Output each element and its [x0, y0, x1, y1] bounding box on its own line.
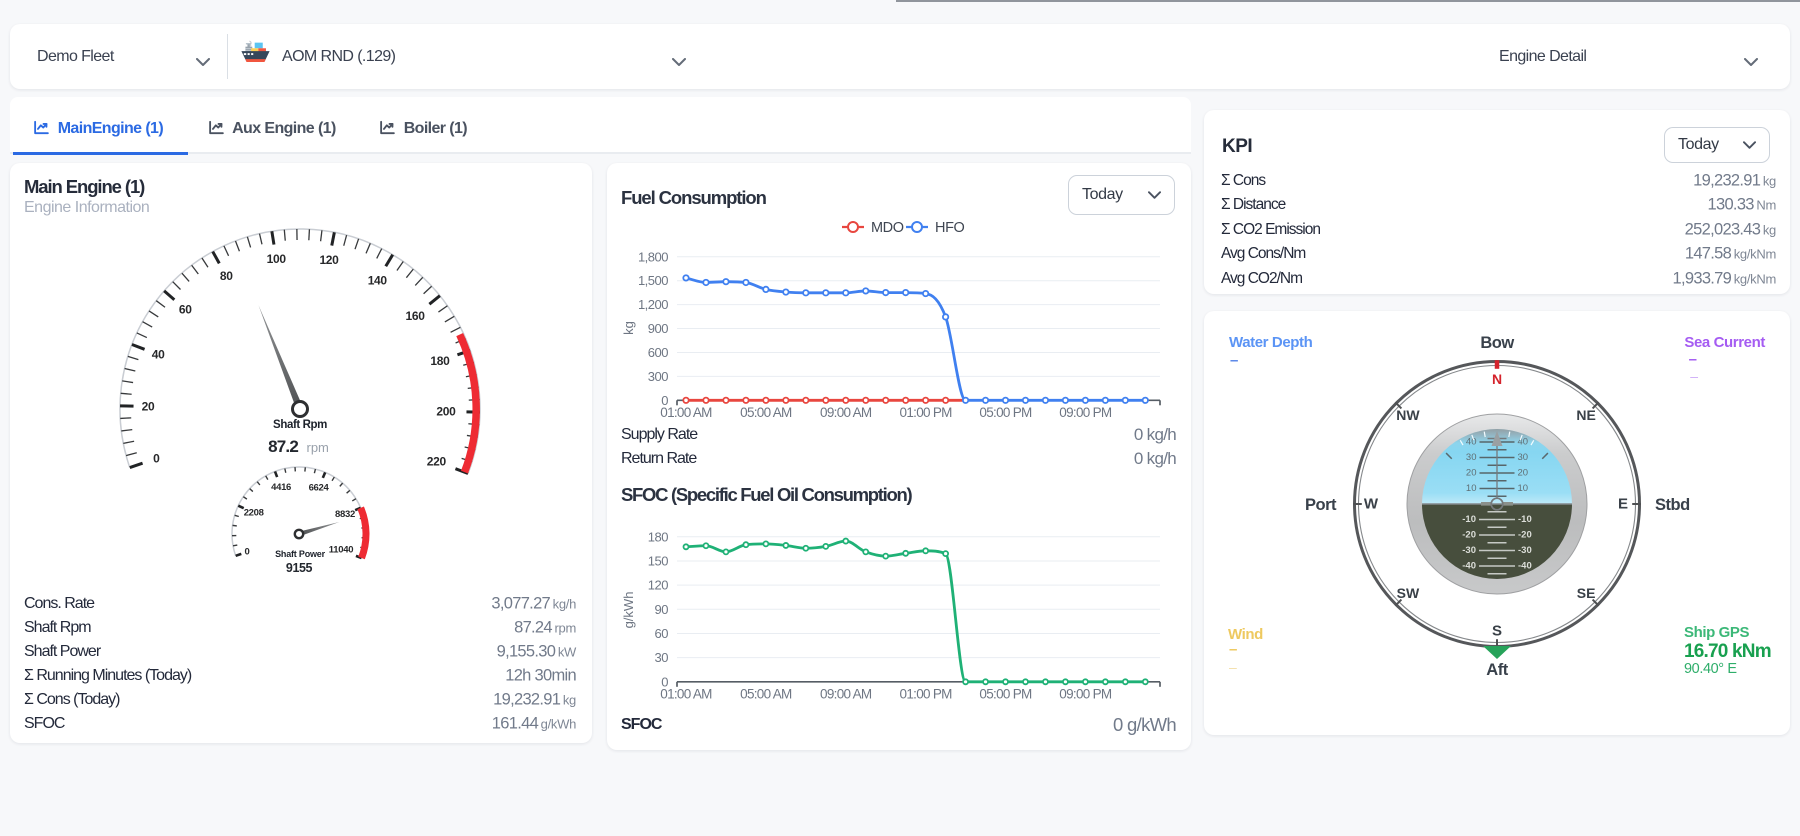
svg-text:100: 100 — [267, 252, 287, 266]
svg-text:1,800: 1,800 — [638, 249, 668, 264]
svg-text:-40: -40 — [1462, 561, 1476, 572]
svg-text:W: W — [1364, 496, 1379, 513]
svg-text:E: E — [1618, 496, 1628, 513]
svg-text:05:00 PM: 05:00 PM — [979, 405, 1032, 420]
svg-text:NW: NW — [1396, 407, 1420, 423]
svg-text:140: 140 — [368, 273, 388, 287]
svg-text:1,500: 1,500 — [638, 273, 668, 288]
svg-text:1,200: 1,200 — [638, 297, 668, 312]
svg-text:MDO: MDO — [871, 220, 904, 236]
svg-text:HFO: HFO — [935, 220, 965, 236]
svg-text:900: 900 — [648, 321, 668, 336]
svg-text:220: 220 — [427, 454, 447, 468]
svg-text:NE: NE — [1576, 407, 1595, 423]
svg-text:g/kWh: g/kWh — [621, 592, 636, 629]
svg-text:01:00 AM: 01:00 AM — [660, 687, 712, 702]
svg-text:20: 20 — [142, 399, 155, 413]
svg-text:rpm: rpm — [307, 440, 329, 455]
svg-text:-10: -10 — [1462, 514, 1476, 525]
svg-text:0: 0 — [245, 546, 250, 557]
svg-text:40: 40 — [152, 348, 165, 362]
svg-text:-30: -30 — [1462, 545, 1476, 556]
svg-text:-40: -40 — [1518, 561, 1532, 572]
svg-text:kg: kg — [621, 321, 636, 335]
svg-text:01:00 AM: 01:00 AM — [660, 405, 712, 420]
svg-text:09:00 AM: 09:00 AM — [820, 405, 872, 420]
svg-text:SW: SW — [1397, 585, 1420, 601]
svg-text:Shaft Rpm: Shaft Rpm — [273, 419, 327, 431]
svg-text:9155: 9155 — [286, 561, 313, 575]
svg-text:05:00 PM: 05:00 PM — [979, 687, 1032, 702]
svg-text:N: N — [1492, 371, 1502, 387]
svg-text:160: 160 — [405, 309, 425, 323]
svg-text:10: 10 — [1466, 483, 1477, 494]
svg-text:40: 40 — [1466, 437, 1477, 448]
svg-text:30: 30 — [1466, 452, 1477, 463]
svg-text:-10: -10 — [1518, 514, 1532, 525]
svg-text:30: 30 — [655, 650, 669, 665]
svg-text:60: 60 — [179, 302, 192, 316]
svg-text:87.2: 87.2 — [268, 437, 298, 456]
svg-text:80: 80 — [220, 269, 233, 283]
svg-text:10: 10 — [1518, 483, 1529, 494]
svg-text:0: 0 — [153, 451, 160, 465]
svg-text:20: 20 — [1518, 468, 1529, 479]
svg-text:05:00 AM: 05:00 AM — [740, 405, 792, 420]
svg-text:180: 180 — [648, 529, 668, 544]
svg-text:09:00 PM: 09:00 PM — [1059, 687, 1112, 702]
svg-text:6624: 6624 — [309, 482, 330, 493]
svg-text:180: 180 — [430, 354, 450, 368]
svg-text:-30: -30 — [1518, 545, 1532, 556]
svg-text:20: 20 — [1466, 468, 1477, 479]
svg-text:-20: -20 — [1462, 530, 1476, 541]
svg-text:30: 30 — [1518, 452, 1529, 463]
svg-text:4416: 4416 — [271, 482, 291, 493]
svg-text:S: S — [1492, 623, 1502, 640]
svg-text:120: 120 — [648, 578, 668, 593]
svg-text:01:00 PM: 01:00 PM — [900, 405, 953, 420]
svg-text:-20: -20 — [1518, 530, 1532, 541]
svg-text:600: 600 — [648, 345, 668, 360]
svg-text:120: 120 — [319, 253, 339, 267]
svg-text:09:00 PM: 09:00 PM — [1059, 405, 1112, 420]
svg-text:200: 200 — [436, 405, 456, 419]
svg-text:90: 90 — [655, 602, 669, 617]
svg-text:Shaft Power: Shaft Power — [275, 549, 326, 559]
svg-text:2208: 2208 — [244, 507, 264, 518]
svg-text:01:00 PM: 01:00 PM — [900, 687, 953, 702]
svg-text:09:00 AM: 09:00 AM — [820, 687, 872, 702]
svg-text:300: 300 — [648, 369, 668, 384]
svg-text:150: 150 — [648, 553, 668, 568]
svg-text:40: 40 — [1518, 437, 1529, 448]
svg-text:60: 60 — [655, 626, 669, 641]
svg-text:SE: SE — [1577, 585, 1596, 601]
svg-text:05:00 AM: 05:00 AM — [740, 687, 792, 702]
svg-text:11040: 11040 — [329, 545, 353, 556]
svg-text:8832: 8832 — [335, 509, 355, 520]
